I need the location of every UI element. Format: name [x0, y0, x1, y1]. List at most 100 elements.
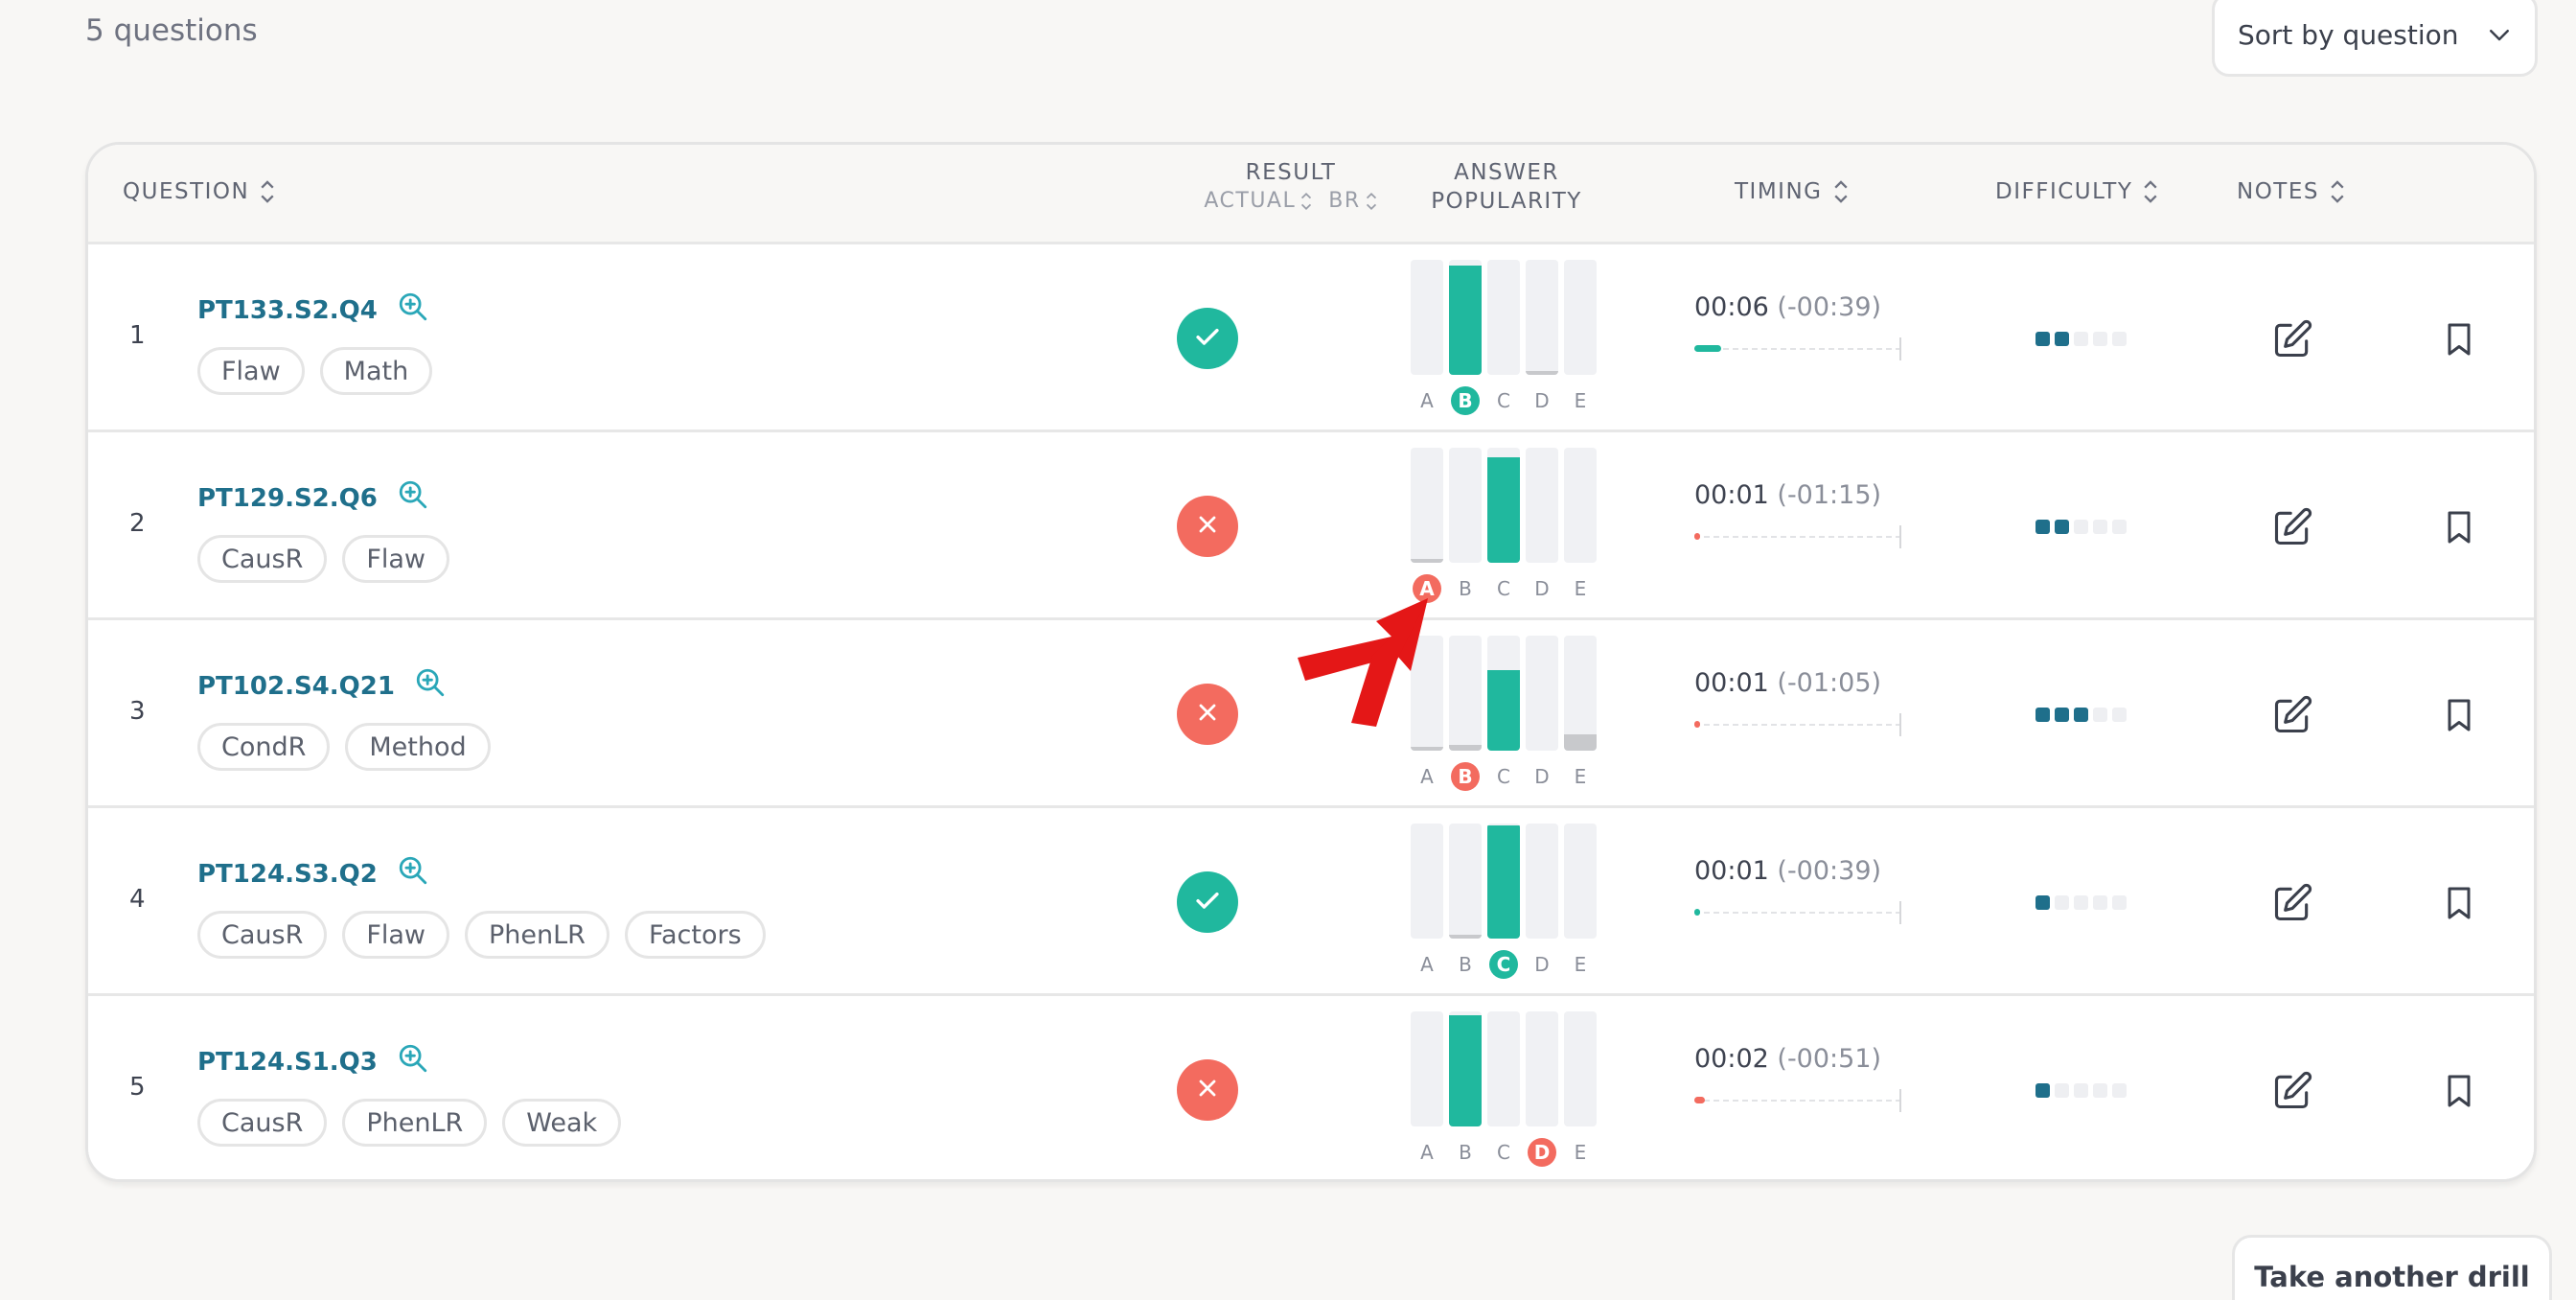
popularity-bar-d: [1526, 1011, 1558, 1126]
tag-list: CausR PhenLR Weak: [197, 1099, 622, 1147]
table-row: 1 PT133.S2.Q4 Flaw Math A B C D E 00:06 (-00:39): [88, 244, 2534, 432]
tag-chip[interactable]: Flaw: [342, 911, 450, 959]
question-link[interactable]: PT102.S4.Q21: [197, 666, 447, 706]
question-id[interactable]: PT124.S1.Q3: [197, 1048, 378, 1077]
tag-chip[interactable]: CondR: [197, 723, 331, 771]
timing-progress-fill: [1694, 721, 1700, 728]
zoom-in-icon[interactable]: [397, 854, 429, 894]
bookmark-icon[interactable]: [2440, 1070, 2478, 1112]
difficulty-square: [2036, 1083, 2050, 1098]
tag-chip[interactable]: PhenLR: [342, 1099, 488, 1147]
bookmark-icon[interactable]: [2440, 882, 2478, 924]
column-header-notes[interactable]: NOTES: [2237, 179, 2346, 204]
drill-results-page: 5 questions Sort by question QUESTION RE…: [0, 0, 2576, 1300]
answer-letter-b: B: [1451, 386, 1480, 415]
column-header-difficulty[interactable]: DIFFICULTY: [1995, 179, 2159, 204]
answer-letter-b: B: [1459, 577, 1472, 600]
answer-letter-e: E: [1574, 765, 1587, 788]
question-id[interactable]: PT124.S3.Q2: [197, 860, 378, 889]
popularity-fill: [1487, 670, 1520, 751]
tag-chip[interactable]: Weak: [502, 1099, 622, 1147]
answer-letter-c: C: [1497, 1141, 1510, 1164]
answer-letter-b: B: [1459, 953, 1472, 976]
time-value: 00:06 (-00:39): [1694, 292, 1915, 322]
difficulty-square: [2055, 520, 2069, 534]
difficulty-square: [2055, 708, 2069, 722]
tag-chip[interactable]: CausR: [197, 911, 328, 959]
popularity-bar-d: [1526, 448, 1558, 563]
difficulty-square: [2074, 708, 2088, 722]
timing-cell: 00:06 (-00:39): [1694, 292, 1915, 360]
question-id[interactable]: PT129.S2.Q6: [197, 484, 378, 513]
column-header-question[interactable]: QUESTION: [123, 179, 276, 204]
bookmark-icon[interactable]: [2440, 506, 2478, 548]
difficulty-square: [2093, 520, 2107, 534]
edit-note-icon[interactable]: [2271, 882, 2313, 924]
question-link[interactable]: PT129.S2.Q6: [197, 478, 429, 518]
answer-letter-a: A: [1420, 765, 1434, 788]
tag-chip[interactable]: Flaw: [197, 347, 305, 395]
timing-target-line: [1694, 724, 1901, 726]
zoom-in-icon[interactable]: [397, 1042, 429, 1081]
answer-letter-a: A: [1420, 953, 1434, 976]
time-delta: (-01:05): [1777, 668, 1882, 698]
difficulty-square: [2036, 708, 2050, 722]
popularity-bar-b: [1449, 824, 1482, 939]
tag-chip[interactable]: Math: [319, 347, 433, 395]
time-delta: (-00:39): [1777, 856, 1882, 886]
x-mark-icon: [1194, 699, 1221, 730]
answer-letter-a: A: [1420, 1141, 1434, 1164]
tag-chip[interactable]: PhenLR: [465, 911, 610, 959]
popularity-bar-a: [1411, 824, 1443, 939]
column-header-timing[interactable]: TIMING: [1735, 179, 1850, 204]
popularity-bar-e: [1564, 636, 1597, 751]
question-link[interactable]: PT124.S3.Q2: [197, 854, 429, 894]
bookmark-icon[interactable]: [2440, 318, 2478, 360]
popularity-bar-c: [1487, 448, 1520, 563]
take-another-drill-label: Take another drill: [2254, 1261, 2530, 1293]
sort-actual[interactable]: ACTUAL: [1204, 189, 1313, 213]
zoom-in-icon[interactable]: [397, 290, 429, 330]
answer-letter-e: E: [1574, 953, 1587, 976]
tag-chip[interactable]: CausR: [197, 1099, 328, 1147]
zoom-in-icon[interactable]: [414, 666, 447, 706]
edit-note-icon[interactable]: [2271, 318, 2313, 360]
take-another-drill-button[interactable]: Take another drill: [2232, 1235, 2552, 1300]
chevron-down-icon: [2490, 30, 2509, 41]
answer-letter-b: B: [1451, 762, 1480, 791]
difficulty-square: [2093, 708, 2107, 722]
sort-dropdown[interactable]: Sort by question: [2212, 0, 2538, 77]
answer-popularity-chart: ABC D E: [1411, 636, 1602, 799]
timing-cell: 00:01 (-01:15): [1694, 480, 1915, 548]
edit-note-icon[interactable]: [2271, 506, 2313, 548]
table-header: QUESTION RESULT ACTUAL BR ANSWER POPULAR…: [88, 145, 2534, 244]
difficulty-square: [2112, 895, 2127, 910]
tag-chip[interactable]: Factors: [624, 911, 766, 959]
edit-note-icon[interactable]: [2271, 1070, 2313, 1112]
timing-progress-fill: [1694, 909, 1700, 916]
difficulty-square: [2055, 895, 2069, 910]
popularity-fill: [1449, 266, 1482, 375]
answer-letter-d: D: [1534, 389, 1550, 412]
question-id[interactable]: PT102.S4.Q21: [197, 672, 395, 701]
table-row: 4 PT124.S3.Q2 CausR Flaw PhenLR Factors A B C D E 0…: [88, 808, 2534, 996]
difficulty-indicator: [2036, 520, 2127, 534]
tag-chip[interactable]: CausR: [197, 535, 328, 583]
sort-dropdown-label: Sort by question: [2238, 18, 2459, 51]
bookmark-icon[interactable]: [2440, 694, 2478, 736]
question-id[interactable]: PT133.S2.Q4: [197, 296, 378, 325]
timing-target-tick: [1899, 713, 1901, 736]
zoom-in-icon[interactable]: [397, 478, 429, 518]
popularity-fill: [1487, 457, 1520, 563]
timing-target-line: [1694, 348, 1901, 350]
answer-letter-e: E: [1574, 577, 1587, 600]
question-link[interactable]: PT133.S2.Q4: [197, 290, 429, 330]
question-link[interactable]: PT124.S1.Q3: [197, 1042, 429, 1081]
column-label: QUESTION: [123, 179, 250, 204]
edit-note-icon[interactable]: [2271, 694, 2313, 736]
popularity-bar-b: [1449, 636, 1482, 751]
sort-br[interactable]: BR: [1328, 189, 1377, 213]
tag-chip[interactable]: Flaw: [342, 535, 450, 583]
tag-chip[interactable]: Method: [345, 723, 491, 771]
answer-popularity-chart: ABC D E: [1411, 260, 1602, 423]
